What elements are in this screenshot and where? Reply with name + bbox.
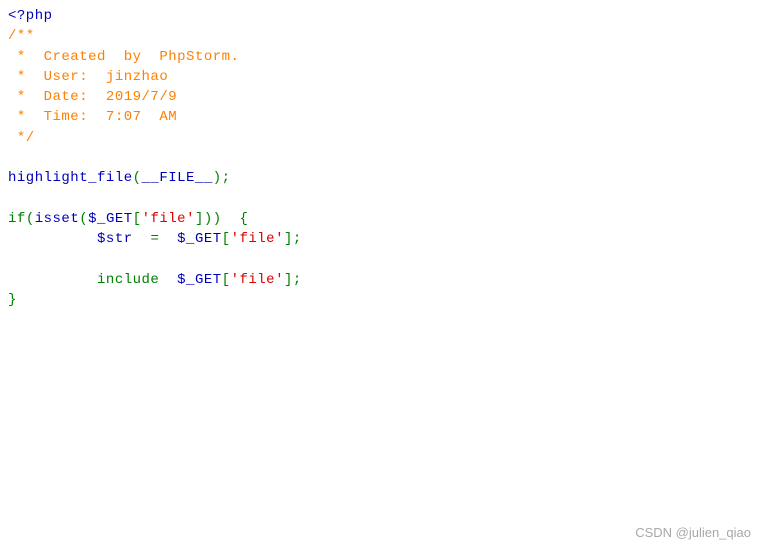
comment-line: /** [8, 28, 35, 44]
func-highlight-file: highlight_file [8, 170, 133, 186]
bracket-open: [ [133, 211, 142, 227]
paren-open: ( [133, 170, 142, 186]
semicolon: ; [222, 170, 231, 186]
comment-line: * Time: 7:07 AM [8, 109, 177, 125]
paren-close: ) [213, 211, 222, 227]
php-open-tag: <?php [8, 8, 53, 24]
paren-open: ( [79, 211, 88, 227]
var-get: $_GET [177, 272, 222, 288]
string-file: 'file' [231, 231, 284, 247]
string-file: 'file' [231, 272, 284, 288]
keyword-include: include [97, 272, 159, 288]
semicolon: ; [293, 231, 302, 247]
comment-line: */ [8, 130, 35, 146]
keyword-if: if [8, 211, 26, 227]
bracket-close: ] [195, 211, 204, 227]
brace-open: { [240, 211, 249, 227]
comment-line: * User: jinzhao [8, 69, 168, 85]
func-isset: isset [35, 211, 80, 227]
op-assign: = [150, 231, 159, 247]
brace-close: } [8, 292, 17, 308]
paren-close: ) [204, 211, 213, 227]
var-str: $str [97, 231, 133, 247]
bracket-close: ] [284, 231, 293, 247]
comment-line: * Created by PhpStorm. [8, 49, 239, 65]
comment-line: * Date: 2019/7/9 [8, 89, 177, 105]
paren-close: ) [213, 170, 222, 186]
var-get: $_GET [177, 231, 222, 247]
php-code-block: <?php /** * Created by PhpStorm. * User:… [0, 0, 765, 316]
const-file: __FILE__ [142, 170, 213, 186]
paren-open: ( [26, 211, 35, 227]
bracket-open: [ [222, 231, 231, 247]
watermark-text: CSDN @julien_qiao [635, 524, 751, 543]
bracket-open: [ [222, 272, 231, 288]
string-file: 'file' [142, 211, 195, 227]
var-get: $_GET [88, 211, 133, 227]
semicolon: ; [293, 272, 302, 288]
bracket-close: ] [284, 272, 293, 288]
